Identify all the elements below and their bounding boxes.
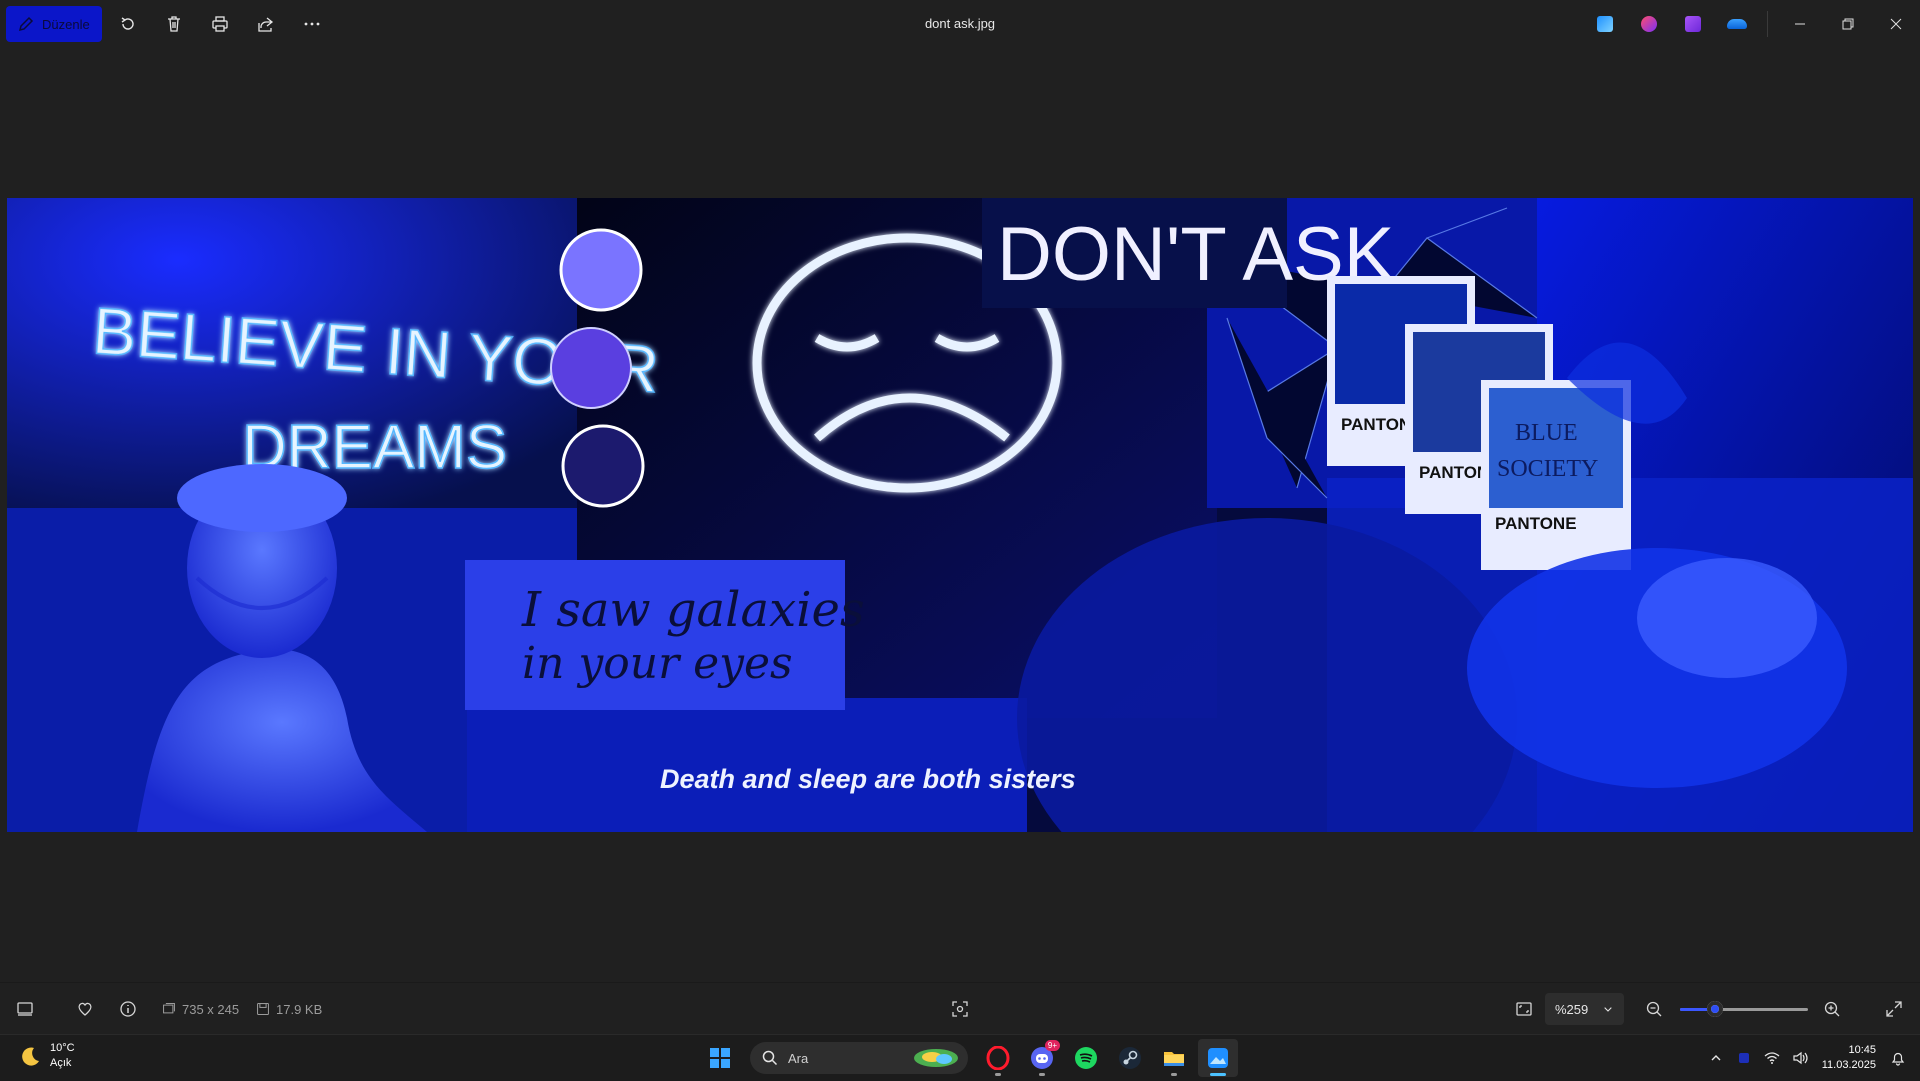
minimize-icon [1795, 23, 1805, 25]
fullscreen-icon [1886, 1001, 1902, 1017]
volume-icon [1793, 1051, 1808, 1065]
dimensions-icon [163, 1003, 175, 1014]
file-size: 17.9 KB [256, 983, 322, 1035]
image-canvas[interactable]: BELIEVE IN YOUR DREAMS DON'T ASK PANTON … [7, 198, 1913, 832]
notification-badge: 9+ [1044, 1040, 1060, 1051]
running-indicator [1171, 1073, 1177, 1076]
death-sleep-text: Death and sleep are both sisters [660, 764, 1076, 794]
taskbar-steam[interactable] [1110, 1039, 1150, 1077]
clipchamp-button[interactable] [1671, 0, 1715, 48]
onedrive-button[interactable] [1715, 0, 1759, 48]
clock-date: 11.03.2025 [1821, 1059, 1876, 1071]
running-indicator [1039, 1073, 1045, 1076]
active-indicator [1210, 1073, 1226, 1076]
wifi-button[interactable] [1758, 1051, 1786, 1065]
image-dimensions: 735 x 245 [162, 983, 239, 1035]
photos-app-icon [1597, 16, 1613, 32]
zoom-out-button[interactable] [1645, 983, 1663, 1035]
wifi-icon [1764, 1052, 1780, 1064]
zoom-dropdown[interactable]: %259 [1545, 993, 1625, 1025]
visual-search-button[interactable] [951, 983, 969, 1035]
blue-society-1: BLUE [1515, 420, 1578, 446]
taskbar: 10°C Açık Ara 9+ 10:45 11.03.2025 [0, 1034, 1920, 1081]
save-disk-icon [257, 1003, 269, 1015]
start-button[interactable] [700, 1039, 740, 1077]
filmstrip-icon [17, 1002, 33, 1016]
favorite-button[interactable] [76, 983, 94, 1035]
tray-app-button[interactable] [1730, 1051, 1758, 1065]
swatch-dark [561, 424, 645, 508]
zoom-in-button[interactable] [1823, 983, 1841, 1035]
photos-icon [1208, 1048, 1228, 1068]
minimize-button[interactable] [1776, 0, 1824, 48]
swatch-mid [550, 327, 632, 409]
clock-time: 10:45 [1848, 1044, 1876, 1056]
zoom-out-icon [1646, 1001, 1662, 1017]
taskbar-discord[interactable]: 9+ [1022, 1039, 1062, 1077]
taskbar-file-explorer[interactable] [1154, 1039, 1194, 1077]
taskbar-spotify[interactable] [1066, 1039, 1106, 1077]
heart-icon [78, 1002, 92, 1016]
restore-icon [1842, 18, 1854, 30]
tray-overflow-button[interactable] [1702, 1052, 1730, 1064]
blue-society-2: SOCIETY [1497, 456, 1598, 482]
photos-app-button[interactable] [1583, 0, 1627, 48]
displayed-image: BELIEVE IN YOUR DREAMS DON'T ASK PANTON … [7, 198, 1913, 832]
close-icon [1890, 18, 1902, 30]
fit-to-window-button[interactable] [1515, 983, 1533, 1035]
visual-search-icon [952, 1001, 968, 1017]
weather-desc: Açık [50, 1057, 72, 1069]
weather-temp: 10°C [50, 1042, 75, 1054]
notifications-button[interactable] [1884, 1050, 1912, 1066]
search-highlight-icon [914, 1049, 958, 1067]
running-indicator [995, 1073, 1001, 1076]
filmstrip-button[interactable] [16, 983, 34, 1035]
pantone-label-1: PANTON [1341, 415, 1411, 434]
fit-window-icon [1516, 1002, 1532, 1016]
info-icon [120, 1001, 136, 1017]
clock[interactable]: 10:45 11.03.2025 [1814, 1043, 1884, 1073]
close-button[interactable] [1872, 0, 1920, 48]
tray-app-icon [1738, 1053, 1749, 1063]
paint-app-icon [1641, 16, 1657, 32]
chevron-up-icon [1711, 1055, 1721, 1061]
spotify-icon [1075, 1047, 1097, 1069]
title-bar: Düzenle dont ask.jpg [0, 0, 1920, 48]
status-bar: 735 x 245 17.9 KB %259 [0, 982, 1920, 1035]
volume-button[interactable] [1786, 1051, 1814, 1065]
clipchamp-icon [1685, 16, 1701, 32]
pantone-label-3: PANTONE [1495, 514, 1577, 533]
opera-icon [986, 1046, 1010, 1070]
galaxies-line-2: in your eyes [522, 638, 793, 689]
file-size-text: 17.9 KB [276, 1001, 323, 1017]
dimensions-text: 735 x 245 [182, 1001, 240, 1017]
restore-button[interactable] [1824, 0, 1872, 48]
search-placeholder: Ara [788, 1050, 809, 1066]
fullscreen-button[interactable] [1885, 983, 1903, 1035]
zoom-in-icon [1824, 1001, 1840, 1017]
steam-icon [1119, 1047, 1141, 1069]
file-explorer-icon [1164, 1052, 1184, 1066]
taskbar-photos[interactable] [1198, 1039, 1238, 1077]
chevron-down-icon [1604, 1007, 1612, 1012]
paint-app-button[interactable] [1627, 0, 1671, 48]
taskbar-opera[interactable] [978, 1039, 1018, 1077]
titlebar-separator [1767, 11, 1768, 37]
zoom-value: %259 [1555, 1001, 1589, 1017]
pantone-label-2: PANTON [1419, 463, 1489, 482]
info-button[interactable] [119, 983, 137, 1035]
onedrive-icon [1727, 19, 1747, 29]
zoom-slider-thumb[interactable] [1706, 1001, 1723, 1017]
search-icon [762, 1050, 778, 1066]
swatch-light [559, 228, 643, 312]
moon-icon [22, 1047, 39, 1066]
weather-widget[interactable]: 10°C Açık [18, 1041, 75, 1071]
galaxies-line-1: I saw galaxies [521, 582, 865, 638]
taskbar-search[interactable]: Ara [750, 1042, 968, 1074]
start-icon [710, 1048, 730, 1068]
notification-bell-icon [1891, 1052, 1905, 1066]
